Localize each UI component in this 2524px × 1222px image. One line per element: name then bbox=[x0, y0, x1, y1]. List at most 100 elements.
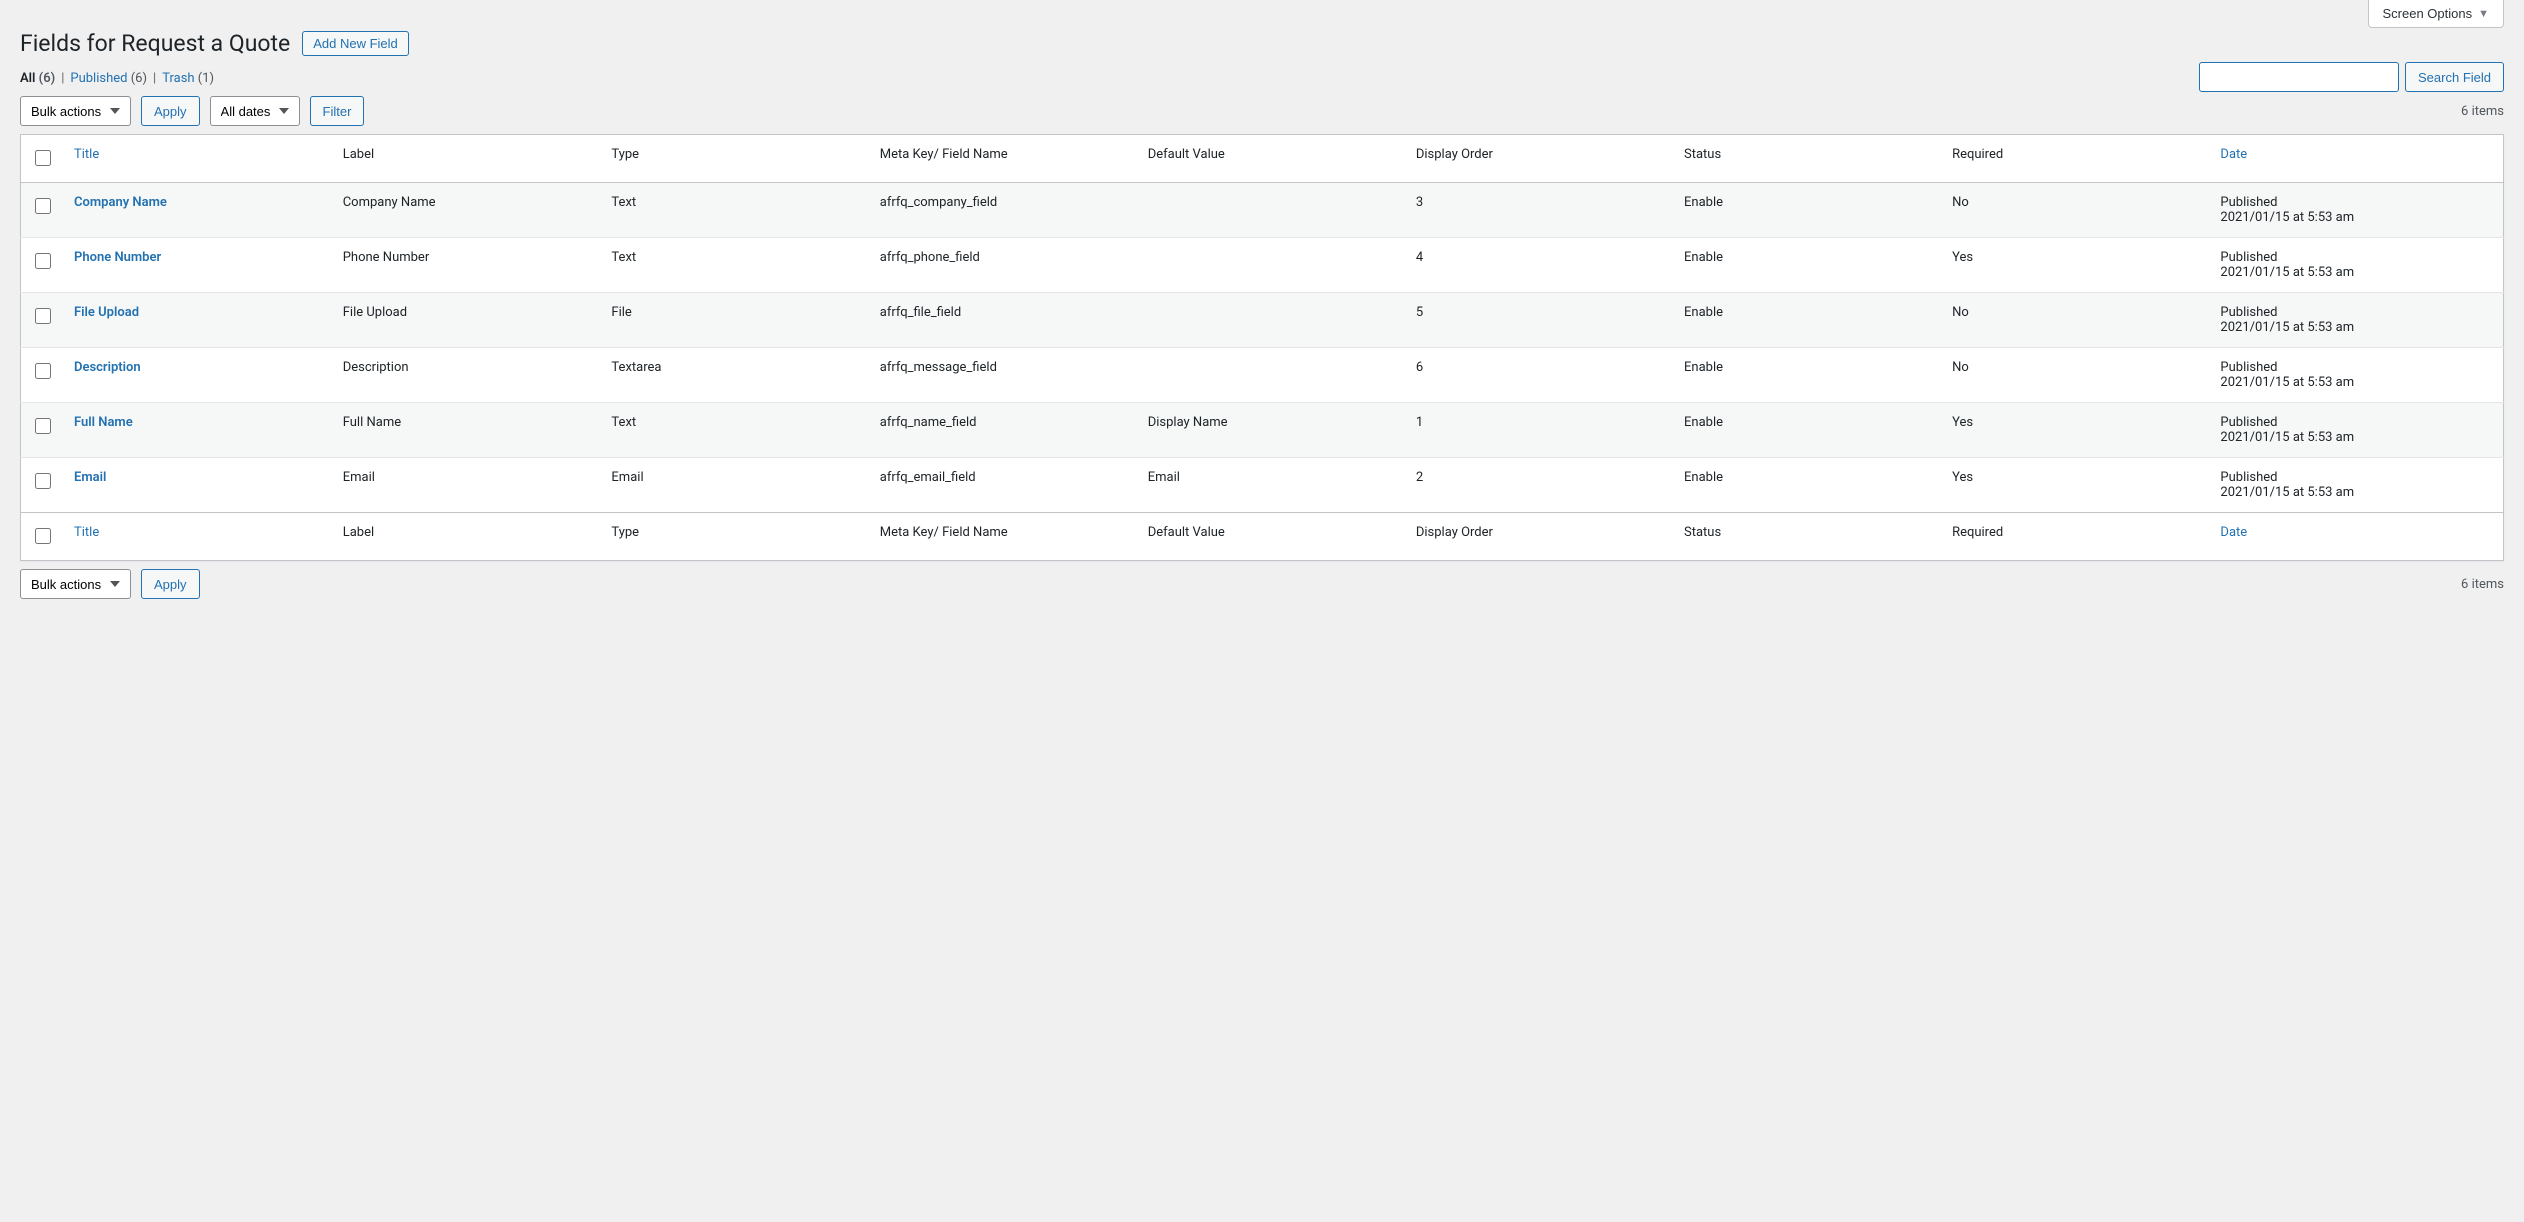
row-checkbox[interactable] bbox=[35, 253, 51, 269]
row-meta: afrfq_name_field bbox=[870, 403, 1138, 458]
select-all-top[interactable] bbox=[35, 150, 51, 166]
chevron-down-icon: ▼ bbox=[2478, 8, 2489, 20]
fields-table: Title Label Type Meta Key/ Field Name De… bbox=[20, 134, 2504, 561]
filter-published[interactable]: Published (6) bbox=[70, 71, 147, 86]
row-title-link[interactable]: Description bbox=[74, 360, 141, 375]
row-required: No bbox=[1942, 348, 2210, 403]
row-status: Enable bbox=[1674, 183, 1942, 238]
row-date: Published2021/01/15 at 5:53 am bbox=[2210, 403, 2503, 458]
filter-trash[interactable]: Trash (1) bbox=[162, 71, 214, 86]
items-count-top: 6 items bbox=[2461, 104, 2504, 119]
row-date: Published2021/01/15 at 5:53 am bbox=[2210, 238, 2503, 293]
table-row: Company NameCompany NameTextafrfq_compan… bbox=[21, 183, 2504, 238]
row-default bbox=[1138, 183, 1406, 238]
row-title-link[interactable]: Email bbox=[74, 470, 106, 485]
col-date[interactable]: Date bbox=[2220, 147, 2247, 162]
col-title[interactable]: Title bbox=[74, 147, 99, 162]
row-meta: afrfq_company_field bbox=[870, 183, 1138, 238]
row-required: Yes bbox=[1942, 238, 2210, 293]
row-checkbox[interactable] bbox=[35, 308, 51, 324]
col-label-foot: Label bbox=[333, 513, 602, 561]
row-default bbox=[1138, 348, 1406, 403]
row-order: 1 bbox=[1406, 403, 1674, 458]
col-required-foot: Required bbox=[1942, 513, 2210, 561]
row-type: Text bbox=[601, 403, 869, 458]
row-status: Enable bbox=[1674, 403, 1942, 458]
select-all-bottom[interactable] bbox=[35, 528, 51, 544]
row-status: Enable bbox=[1674, 348, 1942, 403]
row-type: Email bbox=[601, 458, 869, 513]
row-meta: afrfq_phone_field bbox=[870, 238, 1138, 293]
row-date: Published2021/01/15 at 5:53 am bbox=[2210, 348, 2503, 403]
row-status: Enable bbox=[1674, 293, 1942, 348]
bulk-apply-button-top[interactable]: Apply bbox=[141, 96, 200, 126]
row-title-link[interactable]: File Upload bbox=[74, 305, 139, 320]
row-default: Email bbox=[1138, 458, 1406, 513]
col-default-foot: Default Value bbox=[1138, 513, 1406, 561]
row-required: Yes bbox=[1942, 458, 2210, 513]
row-meta: afrfq_message_field bbox=[870, 348, 1138, 403]
row-default bbox=[1138, 293, 1406, 348]
row-date: Published2021/01/15 at 5:53 am bbox=[2210, 458, 2503, 513]
filter-all[interactable]: All (6) bbox=[20, 71, 55, 86]
col-order: Display Order bbox=[1406, 135, 1674, 183]
row-order: 5 bbox=[1406, 293, 1674, 348]
col-type-foot: Type bbox=[601, 513, 869, 561]
screen-options-label: Screen Options bbox=[2383, 6, 2473, 21]
col-title-foot[interactable]: Title bbox=[74, 525, 99, 540]
date-filter-select[interactable]: All dates bbox=[210, 96, 300, 126]
row-type: File bbox=[601, 293, 869, 348]
row-status: Enable bbox=[1674, 238, 1942, 293]
search-input[interactable] bbox=[2199, 62, 2399, 92]
row-label: Email bbox=[333, 458, 602, 513]
row-type: Text bbox=[601, 238, 869, 293]
row-date: Published2021/01/15 at 5:53 am bbox=[2210, 183, 2503, 238]
row-required: No bbox=[1942, 293, 2210, 348]
row-title-link[interactable]: Full Name bbox=[74, 415, 133, 430]
col-date-foot[interactable]: Date bbox=[2220, 525, 2247, 540]
row-label: Phone Number bbox=[333, 238, 602, 293]
search-button[interactable]: Search Field bbox=[2405, 62, 2504, 92]
row-label: Description bbox=[333, 348, 602, 403]
col-meta-foot: Meta Key/ Field Name bbox=[870, 513, 1138, 561]
row-type: Text bbox=[601, 183, 869, 238]
row-title-link[interactable]: Phone Number bbox=[74, 250, 161, 265]
row-label: File Upload bbox=[333, 293, 602, 348]
row-date: Published2021/01/15 at 5:53 am bbox=[2210, 293, 2503, 348]
row-default bbox=[1138, 238, 1406, 293]
row-label: Full Name bbox=[333, 403, 602, 458]
col-type: Type bbox=[601, 135, 869, 183]
view-filters: All (6) | Published (6) | Trash (1) bbox=[20, 71, 2504, 86]
row-checkbox[interactable] bbox=[35, 363, 51, 379]
col-default: Default Value bbox=[1138, 135, 1406, 183]
row-checkbox[interactable] bbox=[35, 418, 51, 434]
table-row: File UploadFile UploadFileafrfq_file_fie… bbox=[21, 293, 2504, 348]
bulk-actions-select-top[interactable]: Bulk actions bbox=[20, 96, 131, 126]
row-checkbox[interactable] bbox=[35, 198, 51, 214]
table-row: Phone NumberPhone NumberTextafrfq_phone_… bbox=[21, 238, 2504, 293]
col-meta: Meta Key/ Field Name bbox=[870, 135, 1138, 183]
table-row: EmailEmailEmailafrfq_email_fieldEmail2En… bbox=[21, 458, 2504, 513]
row-meta: afrfq_email_field bbox=[870, 458, 1138, 513]
page-title: Fields for Request a Quote bbox=[20, 30, 290, 57]
row-order: 4 bbox=[1406, 238, 1674, 293]
row-type: Textarea bbox=[601, 348, 869, 403]
row-title-link[interactable]: Company Name bbox=[74, 195, 167, 210]
add-new-field-button[interactable]: Add New Field bbox=[302, 31, 409, 56]
col-order-foot: Display Order bbox=[1406, 513, 1674, 561]
items-count-bottom: 6 items bbox=[2461, 577, 2504, 592]
row-label: Company Name bbox=[333, 183, 602, 238]
screen-options-toggle[interactable]: Screen Options ▼ bbox=[2368, 0, 2505, 28]
row-status: Enable bbox=[1674, 458, 1942, 513]
row-required: Yes bbox=[1942, 403, 2210, 458]
bulk-apply-button-bottom[interactable]: Apply bbox=[141, 569, 200, 599]
table-row: Full NameFull NameTextafrfq_name_fieldDi… bbox=[21, 403, 2504, 458]
row-required: No bbox=[1942, 183, 2210, 238]
row-meta: afrfq_file_field bbox=[870, 293, 1138, 348]
col-status-foot: Status bbox=[1674, 513, 1942, 561]
bulk-actions-select-bottom[interactable]: Bulk actions bbox=[20, 569, 131, 599]
row-order: 3 bbox=[1406, 183, 1674, 238]
row-checkbox[interactable] bbox=[35, 473, 51, 489]
col-required: Required bbox=[1942, 135, 2210, 183]
filter-button[interactable]: Filter bbox=[310, 96, 365, 126]
